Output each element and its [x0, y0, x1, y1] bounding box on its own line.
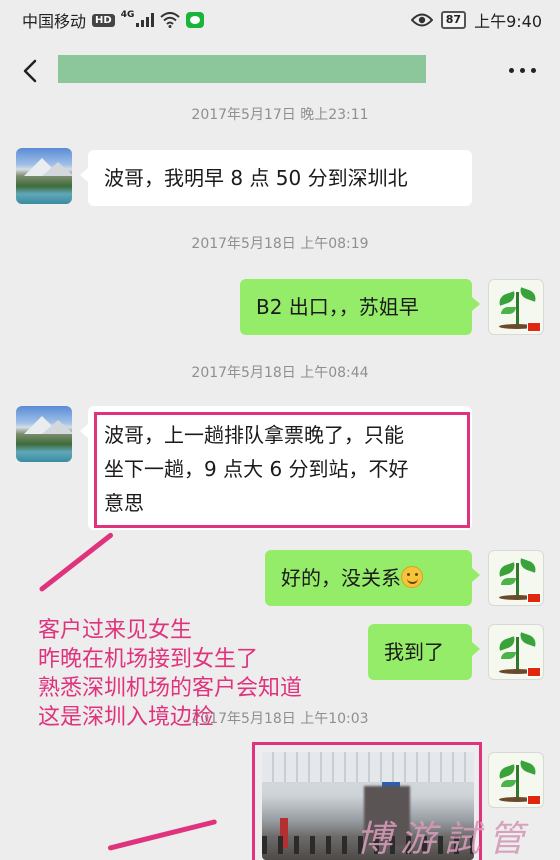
annotation-line: 这是深圳入境边检: [38, 705, 215, 730]
wifi-icon: [160, 12, 181, 28]
self-avatar[interactable]: [488, 752, 544, 808]
annotation-line: 昨晚在机场接到女生了: [38, 647, 259, 672]
status-bar: 中国移动 HD 4G 87 上午9:40: [0, 0, 560, 38]
message-bubble-outgoing[interactable]: 我到了: [368, 624, 480, 680]
message-text: 好的，没关系: [281, 566, 401, 590]
smile-emoji-icon: [401, 566, 423, 588]
timestamp: 2017年5月18日 上午08:44: [191, 365, 369, 381]
status-left: 中国移动 HD 4G: [22, 8, 205, 32]
watermark: 博游試管: [356, 819, 533, 860]
wechat-notification-icon: [186, 12, 205, 28]
contact-avatar[interactable]: [16, 148, 72, 204]
annotation-text: 客户过来见女生 昨晚在机场接到女生了 熟悉深圳机场的客户会知道 这是深圳入境边检: [38, 616, 302, 732]
annotation-arrow: [38, 531, 115, 593]
annotation-line: 客户过来见女生: [38, 618, 193, 643]
self-avatar[interactable]: [488, 279, 544, 335]
self-avatar[interactable]: [488, 550, 544, 606]
hd-badge: HD: [92, 13, 115, 27]
battery-level: 87: [440, 11, 467, 29]
self-avatar[interactable]: [488, 624, 544, 680]
more-dots-icon[interactable]: [509, 68, 536, 73]
timestamp: 2017年5月18日 上午08:19: [191, 236, 369, 252]
clock: 上午9:40: [474, 12, 542, 31]
chevron-left-icon[interactable]: [16, 56, 46, 86]
contact-avatar[interactable]: [16, 406, 72, 462]
status-right: 87 上午9:40: [410, 8, 542, 32]
annotation-line: 熟悉深圳机场的客户会知道: [38, 676, 303, 701]
chat-header: [0, 38, 560, 104]
message-bubble-outgoing[interactable]: 好的，没关系: [265, 550, 480, 606]
message-text: 我到了: [384, 640, 444, 664]
timestamp: 2017年5月17日 晚上23:11: [191, 107, 369, 123]
message-bubble-outgoing[interactable]: B2 出口，，苏姐早: [240, 279, 480, 335]
carrier-name: 中国移动: [22, 12, 87, 31]
highlight-box: [94, 412, 470, 528]
message-bubble-incoming[interactable]: 波哥，我明早 8 点 50 分到深圳北: [80, 150, 472, 206]
message-text: 波哥，我明早 8 点 50 分到深圳北: [104, 166, 408, 190]
eye-icon: [410, 13, 433, 27]
network-type: 4G: [120, 10, 135, 20]
chat-title-redacted: [58, 55, 426, 83]
signal-icon: [136, 13, 155, 27]
message-text: B2 出口，，苏姐早: [256, 295, 419, 319]
annotation-arrow: [107, 818, 218, 851]
